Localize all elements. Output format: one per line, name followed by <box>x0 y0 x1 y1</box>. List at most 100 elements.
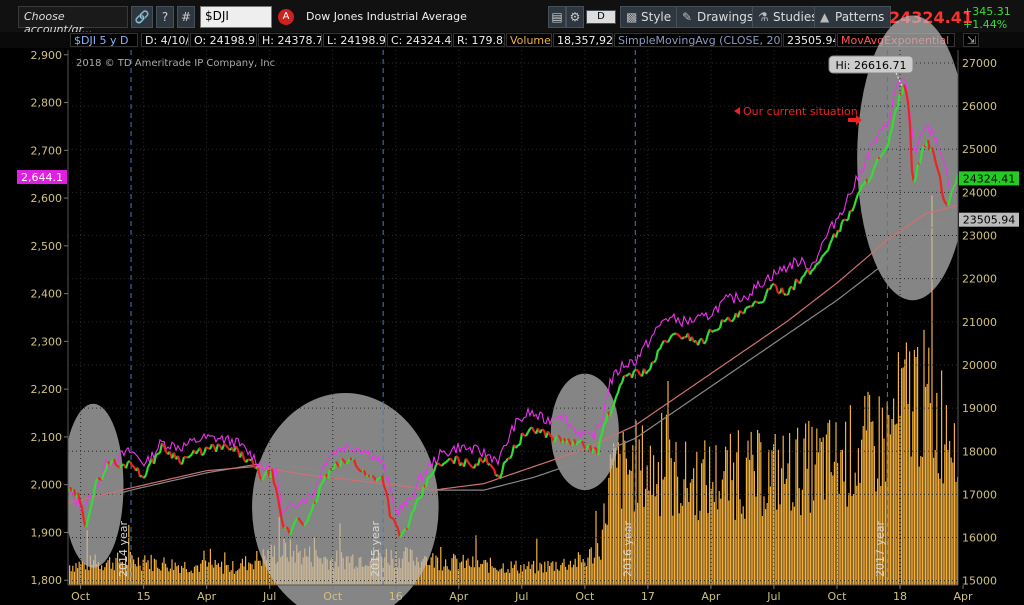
volume-bar <box>904 359 906 585</box>
volume-bar <box>581 562 583 585</box>
volume-bar <box>617 442 619 585</box>
volume-bar <box>592 563 594 585</box>
price-segment <box>157 451 161 455</box>
volume-bar <box>680 503 682 585</box>
volume-bar <box>238 568 240 585</box>
x-tick-label: Apr <box>701 590 721 603</box>
volume-bar <box>505 572 507 585</box>
volume-bar <box>531 564 533 585</box>
volume-bar <box>769 486 771 585</box>
volume-bar <box>152 571 154 585</box>
volume-bar <box>665 414 667 585</box>
volume-bar <box>941 370 943 585</box>
volume-bar <box>838 493 840 585</box>
volume-bar <box>189 572 191 585</box>
volume-bar <box>243 566 245 585</box>
volume-bar <box>841 449 843 585</box>
volume-bar <box>513 564 515 585</box>
volume-bar <box>747 440 749 585</box>
price-segment <box>861 183 865 187</box>
volume-bar <box>438 570 440 585</box>
volume-bar <box>785 478 787 585</box>
x-tick-label: Oct <box>71 590 91 603</box>
x-tick-label: 15 <box>137 590 151 603</box>
volume-bar <box>595 510 597 585</box>
volume-bar <box>469 565 471 585</box>
volume-bar <box>240 563 242 585</box>
volume-bar <box>857 448 859 585</box>
volume-bar <box>955 481 957 585</box>
volume-bar <box>934 450 936 585</box>
volume-bar <box>427 565 429 585</box>
volume-bar <box>73 571 75 585</box>
volume-bar <box>565 566 567 585</box>
volume-bar <box>584 561 586 585</box>
volume-bar <box>569 560 571 585</box>
volume-bar <box>70 571 72 585</box>
volume-bar <box>926 383 928 585</box>
volume-bar <box>225 565 227 585</box>
volume-bar <box>843 481 845 585</box>
volume-bar <box>870 421 872 585</box>
year-marker-label: 2016 year <box>621 520 634 577</box>
volume-bar <box>741 513 743 585</box>
volume-bar <box>193 566 195 585</box>
volume-bar <box>813 500 815 585</box>
volume-bar <box>155 559 157 585</box>
volume-bar <box>245 556 247 585</box>
volume-bar <box>174 562 176 585</box>
volume-bar <box>576 566 578 585</box>
volume-bar <box>835 422 837 585</box>
volume-bar <box>781 468 783 585</box>
year-marker-label: 2015 year <box>369 520 382 577</box>
volume-bar <box>949 440 951 585</box>
volume-bar <box>801 489 803 585</box>
price-segment <box>577 440 581 444</box>
volume-bar <box>83 563 85 585</box>
volume-bar <box>256 551 258 585</box>
highlight-ellipse <box>62 403 124 568</box>
volume-bar <box>718 491 720 585</box>
volume-bar <box>557 569 559 585</box>
volume-bar <box>641 425 643 585</box>
price-chart[interactable]: 2014 year 2015 year 2016 year 2017 year 2,9… <box>0 0 1024 605</box>
volume-bar <box>173 570 175 585</box>
volume-bar <box>805 423 807 585</box>
volume-bar <box>777 449 779 585</box>
price-segment <box>823 251 827 256</box>
volume-bar <box>537 570 539 585</box>
volume-bar <box>78 561 80 585</box>
volume-bar <box>737 430 739 585</box>
volume-bar <box>224 552 226 585</box>
volume-bar <box>765 509 767 585</box>
volume-bar <box>550 562 552 585</box>
volume-bar <box>85 569 87 585</box>
volume-bar <box>491 566 493 585</box>
volume-bar <box>809 512 811 585</box>
volume-bar <box>235 571 237 585</box>
volume-bar <box>203 550 205 585</box>
volume-bar <box>817 452 819 585</box>
price-segment <box>675 332 679 336</box>
x-tick-label: 17 <box>641 590 655 603</box>
volume-bar <box>520 565 522 585</box>
left-tick-label: 2,800 <box>31 97 63 110</box>
volume-bar <box>593 557 595 585</box>
volume-bar <box>696 451 698 585</box>
volume-bar <box>840 450 842 585</box>
price-segment <box>419 495 423 499</box>
price-segment <box>549 434 553 438</box>
price-segment <box>811 268 815 272</box>
volume-bar <box>761 516 763 585</box>
volume-bar <box>649 445 651 585</box>
price-segment <box>817 260 821 265</box>
price-segment <box>355 465 359 470</box>
price-segment <box>557 434 561 439</box>
volume-bar <box>157 567 159 585</box>
x-tick-label: Oct <box>827 590 847 603</box>
price-segment <box>449 457 453 462</box>
volume-bar <box>640 470 642 585</box>
volume-bar <box>539 562 541 585</box>
volume-bar <box>585 566 587 585</box>
volume-bar <box>544 561 546 585</box>
